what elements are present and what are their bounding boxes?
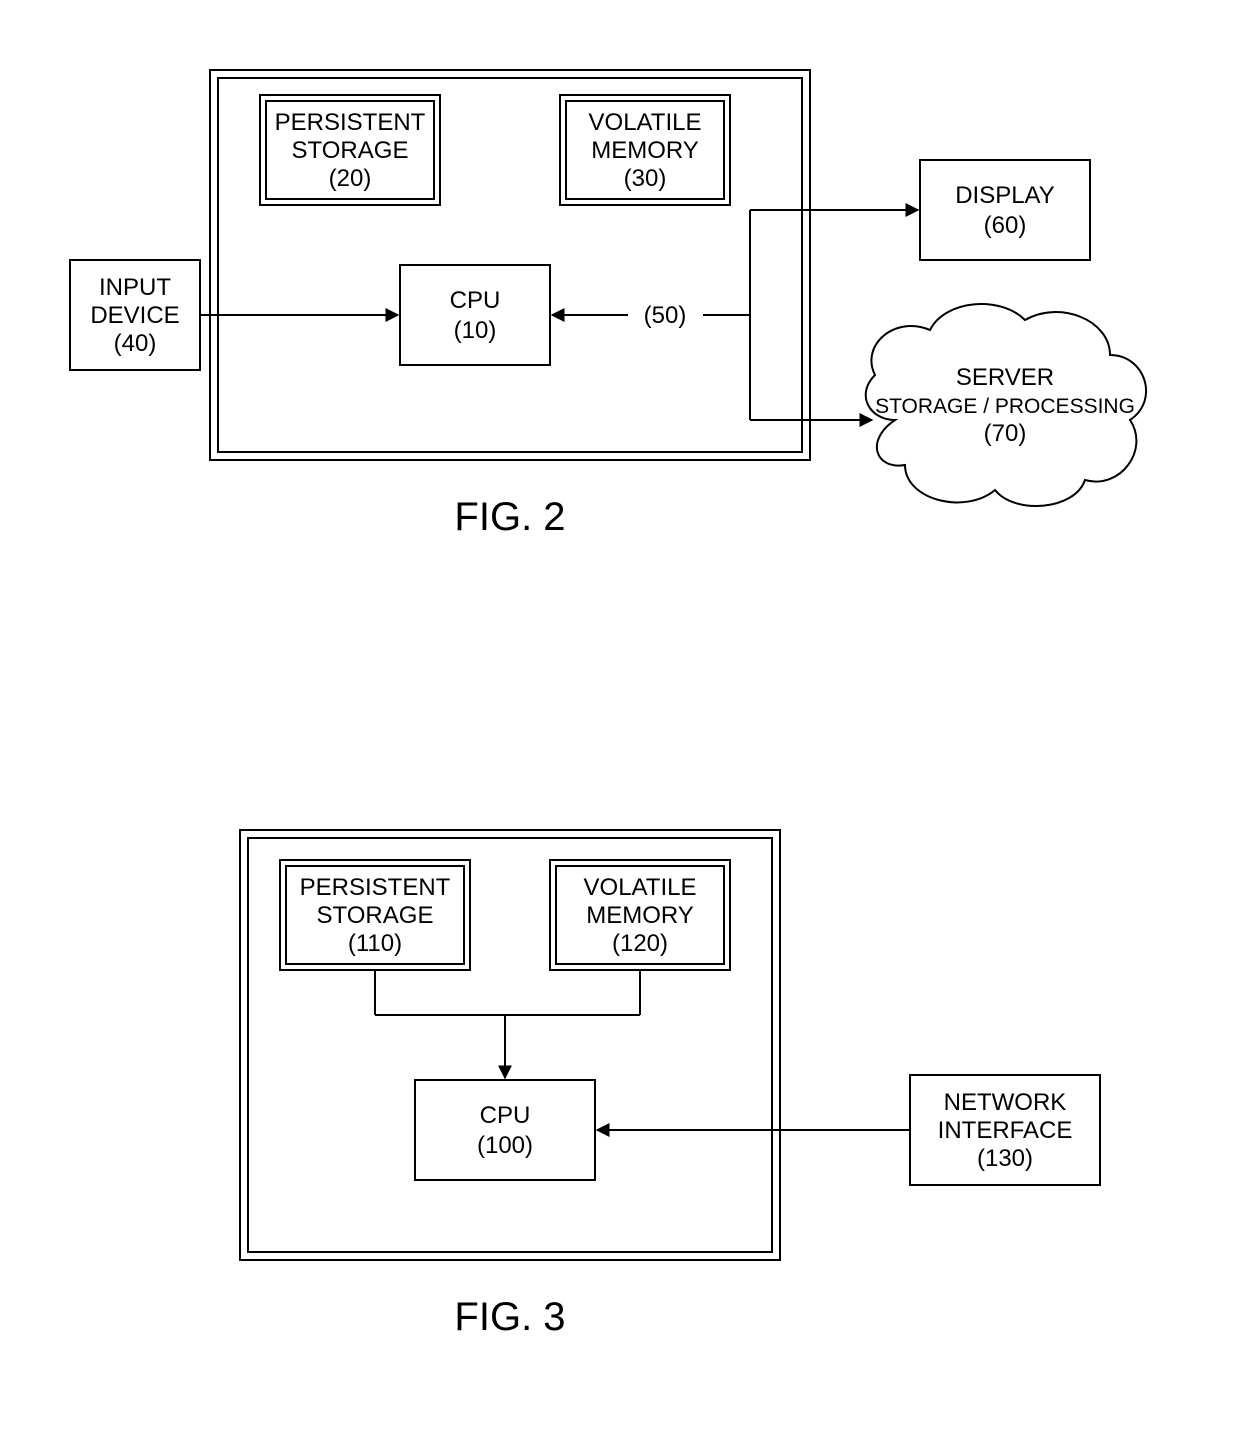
fig2-sv-l2: STORAGE / PROCESSING [875,395,1135,418]
fig3-cpu-l1: CPU [480,1102,531,1129]
fig2-vm-l2: MEMORY [591,137,699,164]
fig2-dp-l2: (60) [984,212,1027,239]
fig2-volatile-memory: VOLATILE MEMORY (30) [560,95,730,205]
fig2-sv-l1: SERVER [956,364,1054,391]
fig3-vm-l2: MEMORY [586,902,694,929]
fig2-cpu-l2: (10) [454,317,497,344]
fig3-persistent-storage: PERSISTENT STORAGE (110) [280,860,470,970]
fig2-display: DISPLAY (60) [920,160,1090,260]
fig3-ni-l3: (130) [977,1145,1033,1172]
fig3-ps-l3: (110) [348,930,402,957]
fig3-group: PERSISTENT STORAGE (110) VOLATILE MEMORY… [240,830,1100,1339]
fig2-vm-l1: VOLATILE [589,109,702,136]
fig2-link-label: (50) [644,302,687,329]
fig3-ni-l1: NETWORK [944,1089,1067,1116]
fig3-vm-l1: VOLATILE [584,874,697,901]
fig3-vm-l3: (120) [612,930,668,957]
fig3-ni-l2: INTERFACE [938,1117,1073,1144]
fig2-persistent-storage: PERSISTENT STORAGE (20) [260,95,440,205]
fig3-cpu-l2: (100) [477,1132,533,1159]
fig2-vm-l3: (30) [624,165,667,192]
fig2-group: PERSISTENT STORAGE (20) VOLATILE MEMORY … [70,70,1146,539]
fig3-ps-l1: PERSISTENT [300,874,451,901]
fig2-cpu: CPU (10) [400,265,550,365]
fig2-caption: FIG. 2 [454,495,565,539]
fig2-id-l2: DEVICE [90,302,179,329]
fig3-cpu: CPU (100) [415,1080,595,1180]
fig2-id-l3: (40) [114,330,157,357]
fig2-dp-l1: DISPLAY [955,182,1055,209]
fig3-volatile-memory: VOLATILE MEMORY (120) [550,860,730,970]
fig2-input-device: INPUT DEVICE (40) [70,260,200,370]
fig3-network-interface: NETWORK INTERFACE (130) [910,1075,1100,1185]
fig3-ps-l2: STORAGE [317,902,434,929]
fig3-caption: FIG. 3 [454,1295,565,1339]
fig2-ps-l3: (20) [329,165,372,192]
fig2-server-cloud: SERVER STORAGE / PROCESSING (70) [866,304,1146,506]
fig2-id-l1: INPUT [99,274,171,301]
fig2-sv-l3: (70) [984,420,1027,447]
fig2-ps-l1: PERSISTENT [275,109,426,136]
fig2-cpu-l1: CPU [450,287,501,314]
fig2-ps-l2: STORAGE [292,137,409,164]
